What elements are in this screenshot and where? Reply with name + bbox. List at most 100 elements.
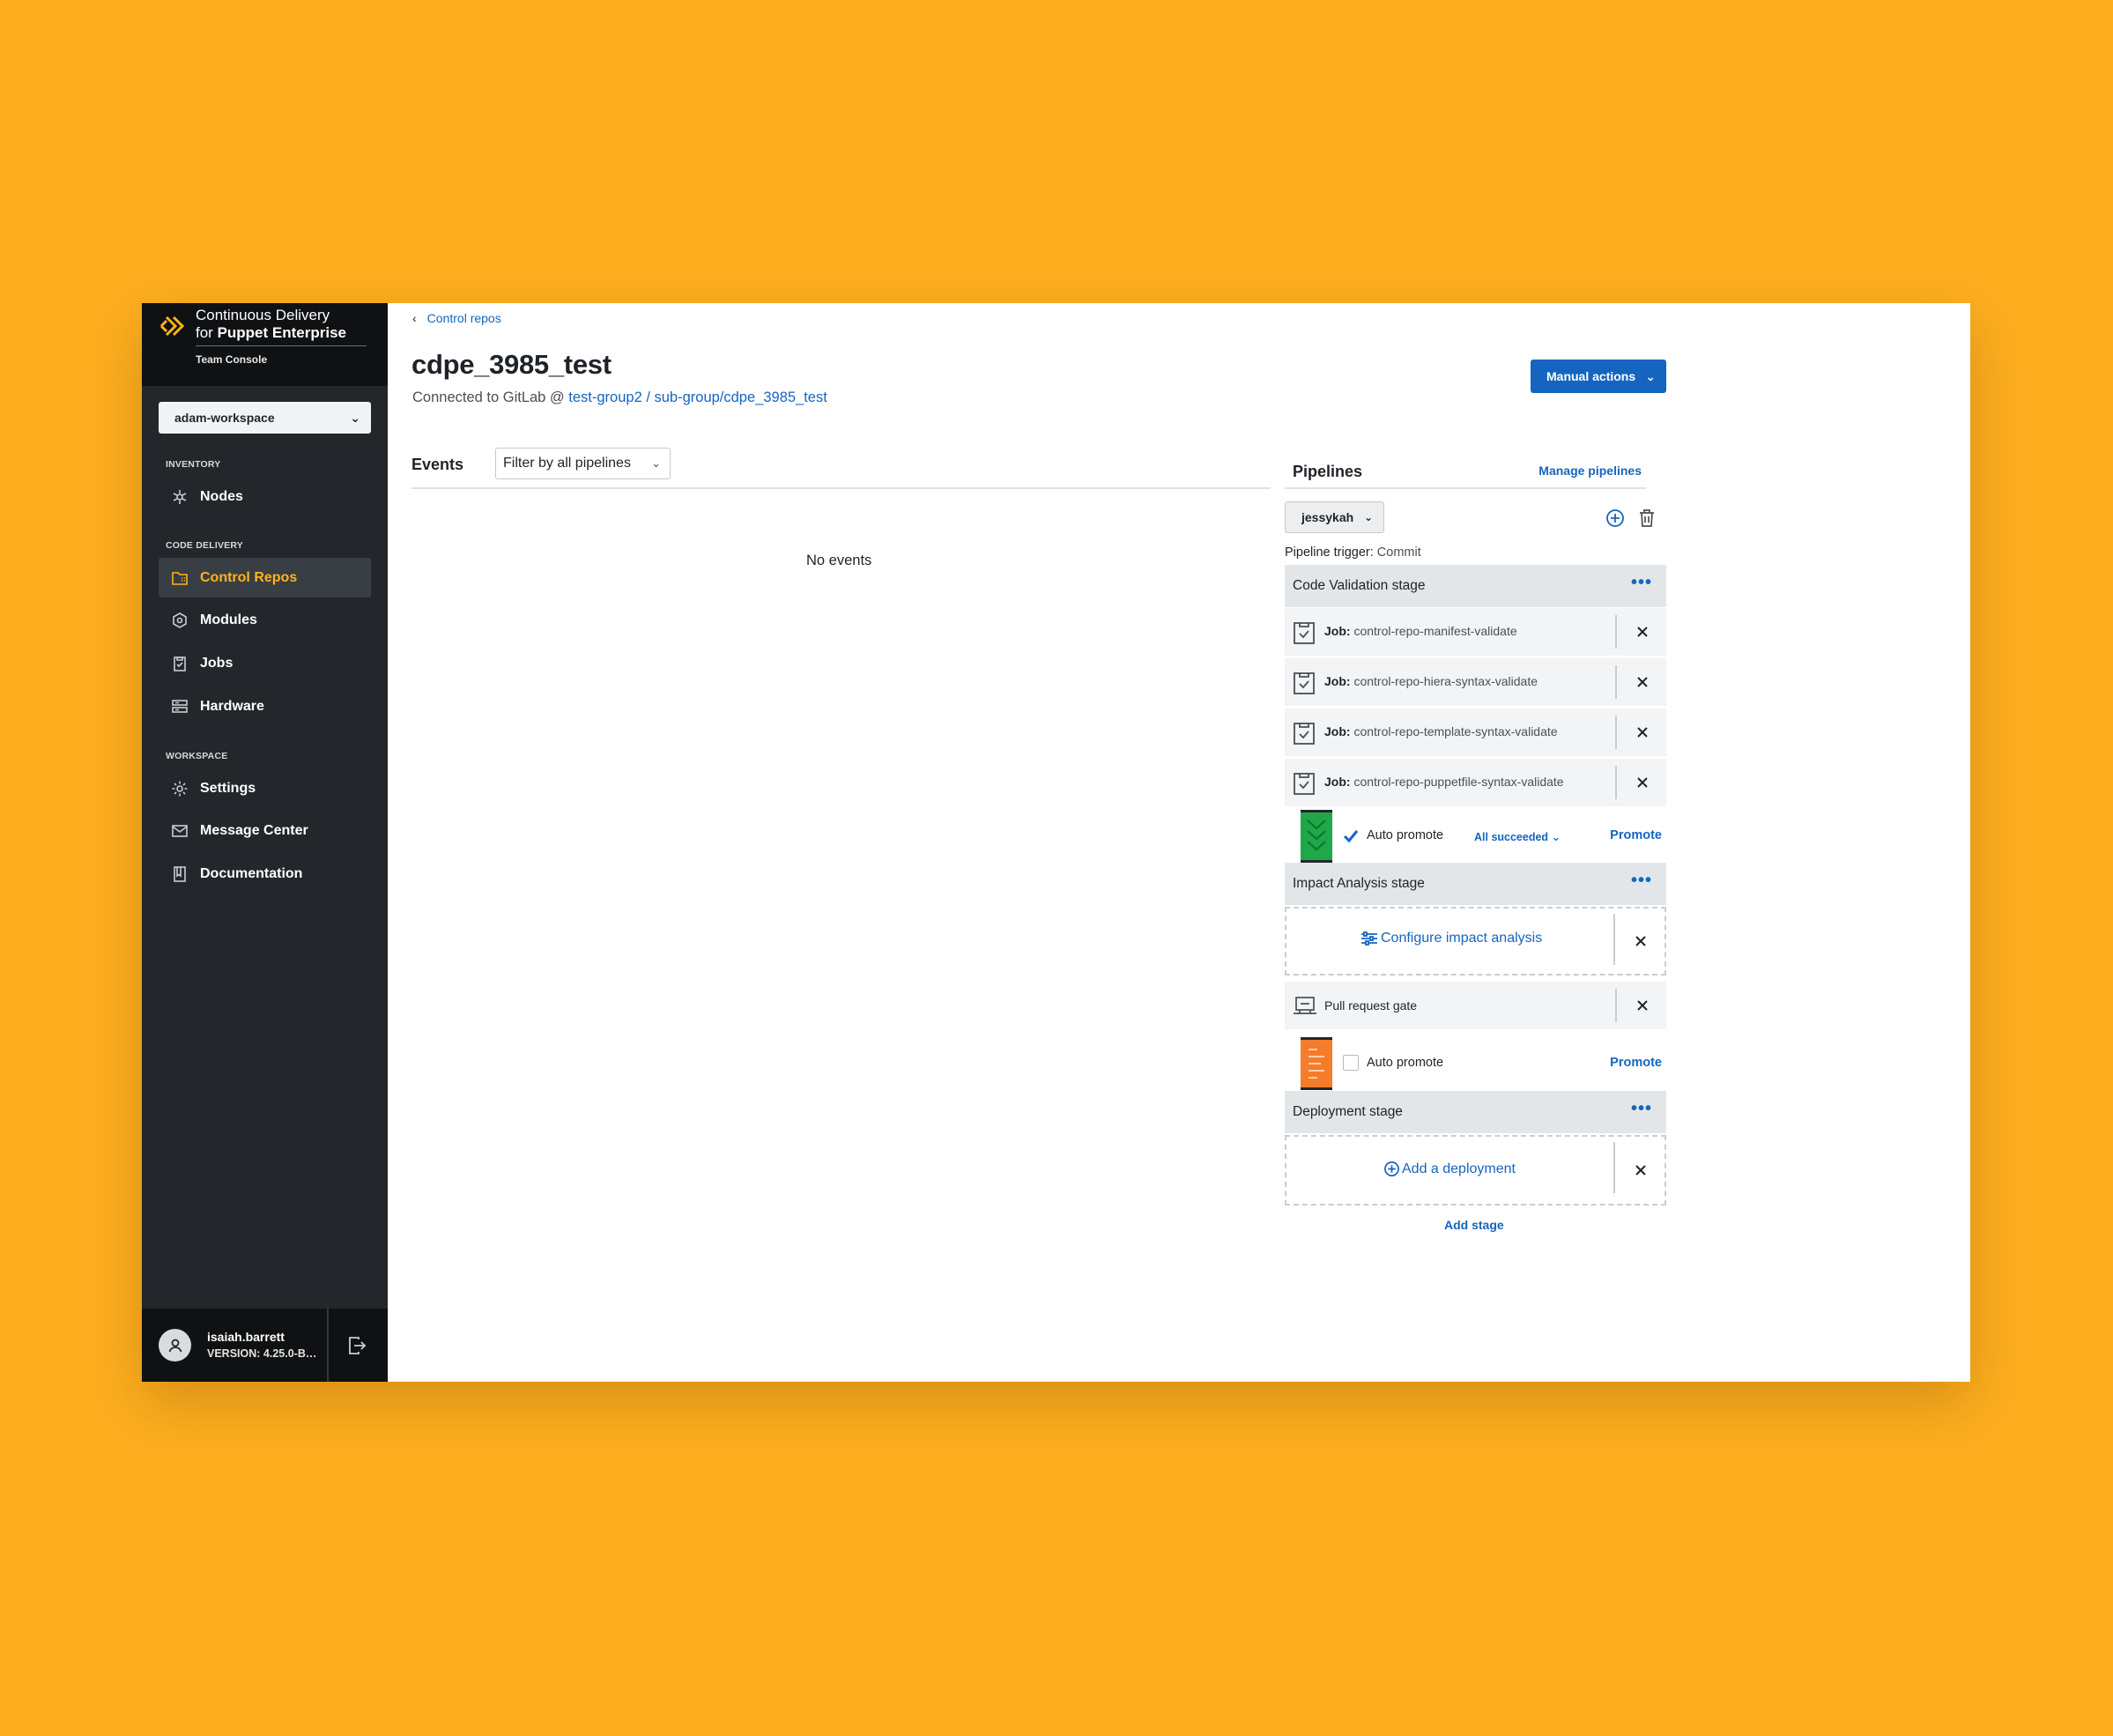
chevron-down-icon: ⌄ xyxy=(1363,511,1373,523)
connection-prefix: Connected to GitLab @ xyxy=(412,389,569,405)
job-clipboard-icon xyxy=(1294,773,1315,795)
events-heading: Events xyxy=(411,456,464,473)
manual-actions-button[interactable]: Manual actions ⌄ xyxy=(1531,360,1666,393)
job-name: control-repo-manifest-validate xyxy=(1353,624,1517,638)
promotion-condition-select[interactable]: All succeeded ⌄ xyxy=(1474,830,1561,843)
sidebar-item-hardware[interactable]: Hardware xyxy=(159,686,371,726)
promote-row-code-validation: Auto promote All succeeded ⌄ Promote xyxy=(1285,808,1666,863)
sidebar-item-nodes[interactable]: Nodes xyxy=(159,477,371,516)
sidebar-item-jobs[interactable]: Jobs xyxy=(159,643,371,683)
close-icon[interactable] xyxy=(1635,935,1647,947)
job-clipboard-icon xyxy=(1294,672,1315,694)
sidebar-item-control-repos[interactable]: Control Repos xyxy=(159,558,371,597)
chevron-down-icon: ⌄ xyxy=(350,411,360,425)
promotion-success-icon xyxy=(1301,810,1332,863)
more-options-icon[interactable]: ••• xyxy=(1631,573,1652,593)
trash-icon[interactable] xyxy=(1638,508,1656,528)
app-window: Continuous Delivery for Puppet Enterpris… xyxy=(142,303,1970,1382)
job-row: Job: control-repo-manifest-validate xyxy=(1285,608,1666,656)
pull-request-gate-label: Pull request gate xyxy=(1324,998,1418,1013)
sidebar-item-modules[interactable]: Modules xyxy=(159,600,371,640)
pipeline-branch-select[interactable]: jessykah ⌄ xyxy=(1285,501,1384,533)
row-divider xyxy=(1613,914,1615,965)
sidebar-item-settings[interactable]: Settings xyxy=(159,768,371,808)
brand-line2-bold: Puppet Enterprise xyxy=(217,324,346,341)
promote-button[interactable]: Promote xyxy=(1610,828,1662,842)
promote-button[interactable]: Promote xyxy=(1610,1056,1662,1070)
stage-name: Deployment stage xyxy=(1293,1104,1403,1119)
sidebar-item-label: Nodes xyxy=(200,488,243,504)
close-icon[interactable] xyxy=(1636,776,1649,789)
logout-icon[interactable] xyxy=(346,1335,367,1356)
breadcrumb-link[interactable]: Control repos xyxy=(427,311,501,325)
stage-name: Code Validation stage xyxy=(1293,578,1426,593)
sidebar-item-label: Settings xyxy=(200,780,256,796)
job-row: Job: control-repo-hiera-syntax-validate xyxy=(1285,658,1666,706)
row-divider xyxy=(1615,716,1617,749)
row-divider xyxy=(1615,766,1617,799)
pipeline-filter-select[interactable]: Filter by all pipelines ⌄ xyxy=(495,448,671,479)
more-options-icon[interactable]: ••• xyxy=(1631,871,1652,891)
promote-row-impact-analysis: Auto promote Promote xyxy=(1285,1035,1666,1090)
nodes-icon xyxy=(170,487,189,507)
add-deployment-label: Add a deployment xyxy=(1402,1161,1516,1176)
add-pipeline-icon[interactable] xyxy=(1605,508,1625,528)
stage-name: Impact Analysis stage xyxy=(1293,876,1425,891)
job-label: Job: control-repo-manifest-validate xyxy=(1324,624,1517,638)
configure-impact-analysis-box: Configure impact analysis xyxy=(1285,907,1666,976)
job-prefix: Job: xyxy=(1324,674,1351,688)
workspace-select-value: adam-workspace xyxy=(174,411,275,425)
close-icon[interactable] xyxy=(1636,626,1649,638)
manage-pipelines-link[interactable]: Manage pipelines xyxy=(1538,464,1642,478)
row-divider xyxy=(1615,615,1617,649)
chevron-down-icon: ⌄ xyxy=(1551,831,1561,843)
user-name: isaiah.barrett xyxy=(207,1330,285,1344)
promotion-pending-icon xyxy=(1301,1037,1332,1090)
pull-request-gate-icon xyxy=(1294,997,1316,1014)
configure-impact-analysis-link[interactable]: Configure impact analysis xyxy=(1360,931,1542,946)
more-options-icon[interactable]: ••• xyxy=(1631,1099,1652,1119)
pipeline-trigger-value: Commit xyxy=(1376,545,1421,560)
auto-promote-checkbox[interactable] xyxy=(1343,828,1359,844)
close-icon[interactable] xyxy=(1636,999,1649,1012)
puppet-logo-icon xyxy=(159,315,185,337)
sidebar-item-label: Hardware xyxy=(200,698,264,714)
auto-promote-label: Auto promote xyxy=(1367,828,1444,842)
job-row: Job: control-repo-template-syntax-valida… xyxy=(1285,708,1666,756)
sidebar-item-message-center[interactable]: Message Center xyxy=(159,811,371,850)
nav-section-inventory: INVENTORY xyxy=(166,459,221,470)
user-version: VERSION: 4.25.0-BETA xyxy=(207,1347,323,1360)
add-circle-icon xyxy=(1384,1161,1399,1176)
user-bar-divider xyxy=(327,1309,329,1382)
workspace-select[interactable]: adam-workspace ⌄ xyxy=(159,402,371,434)
row-divider xyxy=(1613,1142,1615,1193)
breadcrumb[interactable]: ‹ Control repos xyxy=(412,311,501,325)
sidebar-item-documentation[interactable]: Documentation xyxy=(159,854,371,894)
brand-subtitle: Team Console xyxy=(196,353,268,366)
close-icon[interactable] xyxy=(1635,1164,1647,1176)
close-icon[interactable] xyxy=(1636,676,1649,688)
sidebar-item-label: Documentation xyxy=(200,865,303,881)
add-stage-link[interactable]: Add stage xyxy=(1444,1218,1504,1232)
chevron-down-icon: ⌄ xyxy=(651,456,661,470)
add-deployment-link[interactable]: Add a deployment xyxy=(1383,1161,1516,1177)
job-prefix: Job: xyxy=(1324,775,1351,789)
pipeline-branch-value: jessykah xyxy=(1301,510,1354,524)
close-icon[interactable] xyxy=(1636,726,1649,738)
main-content: ‹ Control repos cdpe_3985_test Connected… xyxy=(388,303,1970,1382)
job-name: control-repo-hiera-syntax-validate xyxy=(1353,674,1538,688)
brand-header: Continuous Delivery for Puppet Enterpris… xyxy=(142,303,388,386)
row-divider xyxy=(1615,989,1617,1022)
brand-line2: for Puppet Enterprise xyxy=(196,324,346,342)
configure-impact-analysis-label: Configure impact analysis xyxy=(1381,931,1543,946)
book-icon xyxy=(170,864,189,884)
stage-header-deployment: Deployment stage ••• xyxy=(1285,1091,1666,1133)
folder-icon xyxy=(170,568,189,588)
sidebar-item-label: Jobs xyxy=(200,655,234,671)
pipeline-trigger: Pipeline trigger: Commit xyxy=(1285,545,1421,560)
auto-promote-checkbox[interactable] xyxy=(1343,1055,1359,1071)
user-icon[interactable] xyxy=(159,1329,191,1361)
job-label: Job: control-repo-puppetfile-syntax-vali… xyxy=(1324,775,1564,789)
repo-link[interactable]: test-group2 / sub-group/cdpe_3985_test xyxy=(568,389,827,405)
module-icon xyxy=(170,611,189,630)
